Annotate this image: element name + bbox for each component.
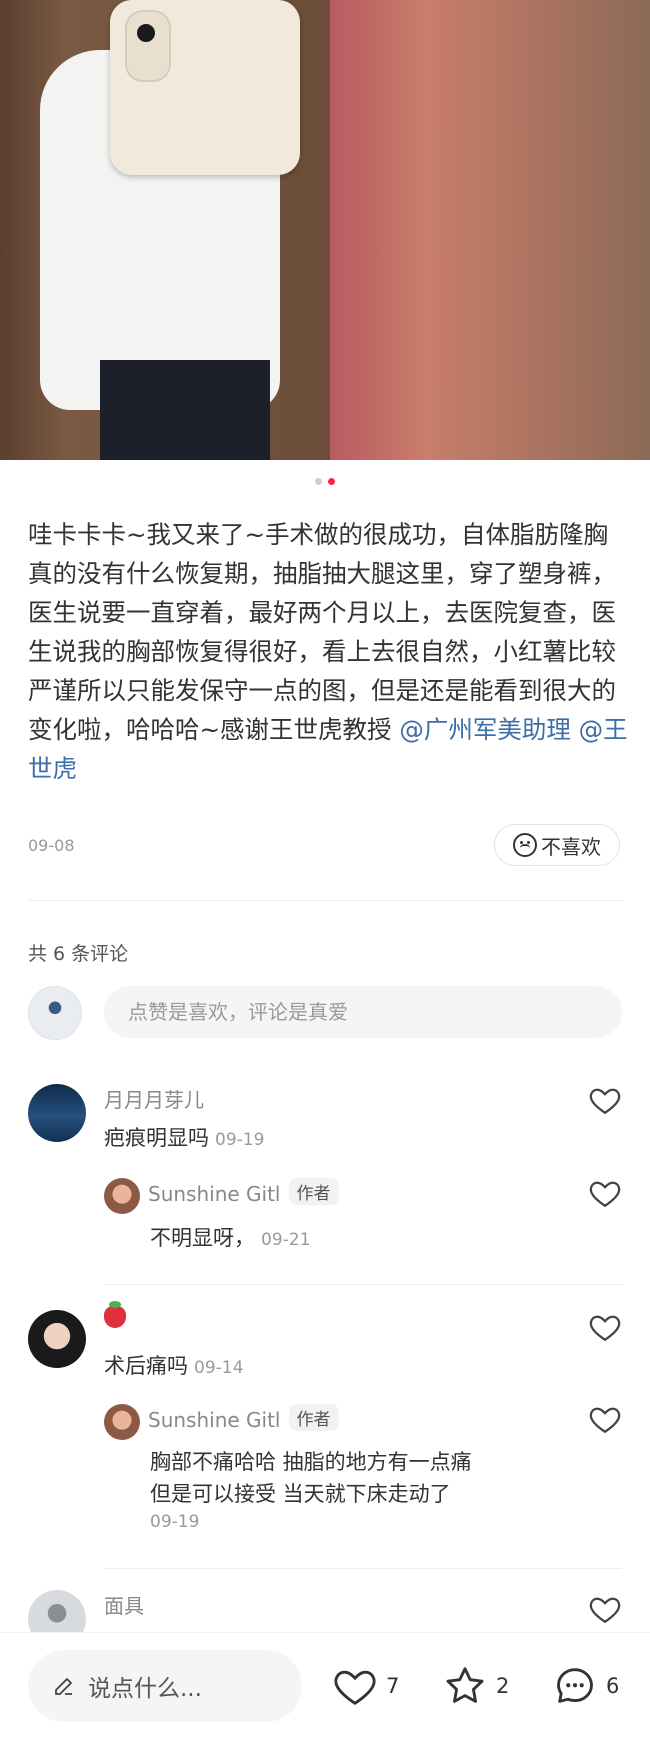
carousel-dot-active[interactable] [328,478,335,485]
comment-text[interactable]: 疤痕明显吗 09-19 [104,1122,264,1152]
avatar[interactable] [104,1404,140,1440]
comment-author[interactable]: 月月月芽儿 [104,1084,204,1113]
collect-count: 2 [496,1674,510,1698]
author-badge: 作者 [288,1178,339,1205]
divider [104,1568,622,1569]
comment-count-bottom: 6 [606,1674,620,1698]
comment-bubble-icon [557,1668,593,1703]
heart-icon[interactable] [588,1083,622,1117]
heart-icon [334,1670,376,1705]
post-body: 哇卡卡卡~我又来了~手术做的很成功，自体脂肪隆胸真的没有什么恢复期，抽脂抽大腿这… [28,515,628,788]
post-text: 哇卡卡卡~我又来了~手术做的很成功，自体脂肪隆胸真的没有什么恢复期，抽脂抽大腿这… [28,520,616,744]
comment-author[interactable]: 面具 [104,1590,144,1619]
say-something-placeholder: 说点什么... [88,1676,202,1702]
comment-body: 术后痛吗 [104,1354,188,1378]
star-icon [446,1667,484,1703]
comment-text[interactable]: 术后痛吗 09-14 [104,1350,243,1380]
comment-button[interactable]: 6 [552,1660,619,1712]
strawberry-emoji-icon[interactable] [104,1301,126,1328]
reply-text[interactable]: 不明显呀， 09-21 [150,1222,310,1252]
reply-text-line[interactable]: 胸部不痛哈哈 抽脂的地方有一点痛 [150,1446,472,1476]
reply-text-line[interactable]: 但是可以接受 当天就下床走动了 [150,1478,451,1508]
reply-time: 09-19 [150,1512,200,1532]
say-something-input[interactable]: 说点什么... [28,1650,302,1722]
reply-time: 09-21 [261,1230,311,1250]
before-photo [0,0,330,460]
avatar[interactable] [104,1178,140,1214]
comment-count: 共 6 条评论 [28,943,129,965]
sad-face-icon [513,833,537,857]
carousel-indicator [0,478,650,485]
comment-time: 09-14 [194,1358,244,1378]
carousel-dot[interactable] [315,478,322,485]
avatar[interactable] [28,1084,86,1142]
heart-icon[interactable] [588,1176,622,1210]
avatar [28,986,82,1040]
reply-author[interactable]: Sunshine Gitl 作者 [148,1178,339,1206]
heart-icon[interactable] [588,1402,622,1436]
heart-icon[interactable] [588,1592,622,1626]
like-button[interactable]: 7 [332,1660,399,1712]
comment-time: 09-19 [215,1130,265,1150]
after-photo [330,0,650,460]
pencil-icon [55,1678,72,1695]
reply-body: 不明显呀， [150,1226,255,1250]
collect-button[interactable]: 2 [442,1660,509,1712]
reply-author-name: Sunshine Gitl [148,1408,281,1432]
heart-icon[interactable] [588,1310,622,1344]
comment-body: 疤痕明显吗 [104,1126,209,1150]
mention-link[interactable]: @广州军美助理 [399,715,571,744]
divider [28,900,622,901]
like-count: 7 [386,1674,400,1698]
comment-input[interactable]: 点赞是喜欢，评论是真爱 [104,986,622,1038]
dislike-label: 不喜欢 [541,834,601,859]
reply-author[interactable]: Sunshine Gitl 作者 [148,1404,339,1432]
reply-author-name: Sunshine Gitl [148,1182,281,1206]
divider [104,1284,622,1285]
post-date: 09-08 [28,836,75,855]
avatar[interactable] [28,1310,86,1368]
post-photo-carousel[interactable] [0,0,650,460]
dislike-button[interactable]: 不喜欢 [494,824,620,866]
author-badge: 作者 [288,1404,339,1431]
